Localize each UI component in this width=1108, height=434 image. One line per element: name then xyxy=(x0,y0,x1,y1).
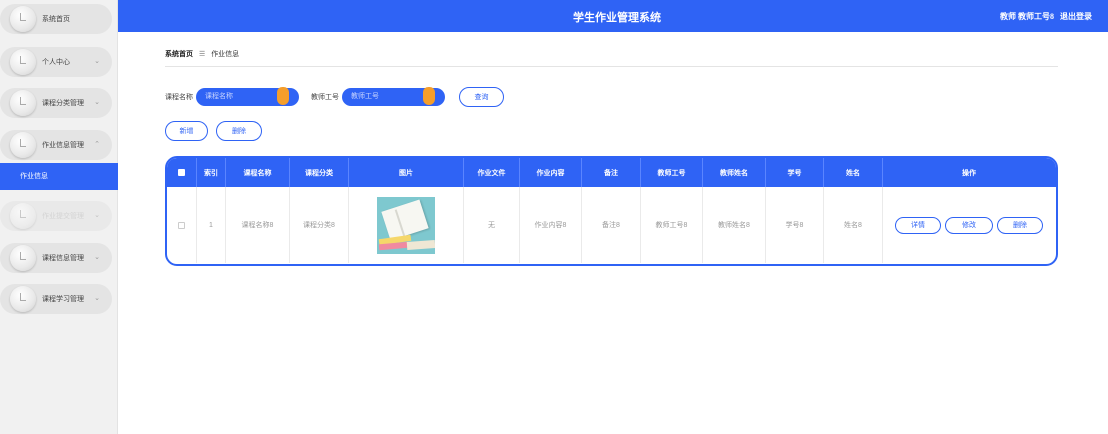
row-delete-button[interactable]: 删除 xyxy=(997,216,1043,234)
knob-icon xyxy=(277,87,289,105)
course-name-placeholder: 课程名称 xyxy=(205,93,233,100)
table-header: 索引 课程名称 课程分类 图片 作业文件 作业内容 备注 教师工号 教师姓名 学… xyxy=(167,158,1056,187)
delete-button[interactable]: 删除 xyxy=(216,121,262,141)
query-button[interactable]: 查询 xyxy=(459,87,504,107)
checkbox-icon xyxy=(178,169,185,176)
teacher-no-placeholder: 教师工号 xyxy=(351,93,379,100)
header-student-no: 学号 xyxy=(765,158,823,187)
breadcrumb-home[interactable]: 系统首页 xyxy=(165,51,193,58)
cell-teacher-name: 教师姓名8 xyxy=(702,187,765,263)
cell-course-name: 课程名称8 xyxy=(225,187,289,263)
check-circle-icon xyxy=(10,6,36,32)
cell-file: 无 xyxy=(463,187,519,263)
sidebar-item-homework-submit[interactable]: 作业提交管理 ⌄ xyxy=(0,201,112,231)
sidebar-item-label: 课程学习管理 xyxy=(42,296,84,303)
check-circle-icon xyxy=(10,49,36,75)
top-header: 学生作业管理系统 教师 教师工号8 退出登录 xyxy=(118,0,1108,32)
cell-index: 1 xyxy=(196,187,225,263)
cell-content: 作业内容8 xyxy=(519,187,581,263)
header-teacher-name: 教师姓名 xyxy=(702,158,765,187)
header-index: 索引 xyxy=(196,158,225,187)
sidebar-item-label: 个人中心 xyxy=(42,59,70,66)
chevron-down-icon: ⌄ xyxy=(94,99,100,106)
checkbox-icon xyxy=(178,221,185,229)
cell-image xyxy=(348,187,463,263)
knob-icon xyxy=(423,87,435,105)
homework-image xyxy=(377,196,435,254)
header-course-category: 课程分类 xyxy=(289,158,348,187)
detail-button[interactable]: 详情 xyxy=(895,216,941,234)
course-name-label: 课程名称 xyxy=(165,94,193,101)
teacher-no-label: 教师工号 xyxy=(311,94,339,101)
check-circle-icon xyxy=(10,286,36,312)
chevron-down-icon: ⌄ xyxy=(94,58,100,65)
homework-table: 索引 课程名称 课程分类 图片 作业文件 作业内容 备注 教师工号 教师姓名 学… xyxy=(165,156,1058,266)
header-teacher-no: 教师工号 xyxy=(640,158,702,187)
sidebar-subitem-homework-info[interactable]: 作业信息 xyxy=(0,163,118,190)
check-circle-icon xyxy=(10,132,36,158)
header-course-name: 课程名称 xyxy=(225,158,289,187)
sidebar-item-homework-info[interactable]: 作业信息管理 ⌃ xyxy=(0,130,112,160)
user-info: 教师 教师工号8 xyxy=(1000,12,1054,21)
sidebar: 系统首页 个人中心 ⌄ 课程分类管理 ⌄ 作业信息管理 ⌃ 作业信息 作业提交管… xyxy=(0,0,118,434)
sidebar-item-label: 作业提交管理 xyxy=(42,213,84,220)
sidebar-item-label: 课程分类管理 xyxy=(42,100,84,107)
sidebar-item-course-category[interactable]: 课程分类管理 ⌄ xyxy=(0,88,112,118)
select-all-checkbox[interactable] xyxy=(167,158,196,187)
row-checkbox[interactable] xyxy=(167,187,196,263)
sidebar-item-label: 作业信息管理 xyxy=(42,142,84,149)
logout-link[interactable]: 退出登录 xyxy=(1060,12,1092,21)
teacher-no-input[interactable]: 教师工号 xyxy=(342,87,445,106)
chevron-down-icon: ⌄ xyxy=(94,254,100,261)
sidebar-item-personal-center[interactable]: 个人中心 ⌄ xyxy=(0,47,112,77)
cell-student-no: 学号8 xyxy=(765,187,823,263)
check-circle-icon xyxy=(10,203,36,229)
header-file: 作业文件 xyxy=(463,158,519,187)
check-circle-icon xyxy=(10,90,36,116)
header-remark: 备注 xyxy=(581,158,640,187)
chevron-down-icon: ⌄ xyxy=(94,212,100,219)
sidebar-item-home[interactable]: 系统首页 xyxy=(0,4,112,34)
table-row: 1 课程名称8 课程分类8 无 作业内容8 备注8 教师工号8 教师姓名8 学号… xyxy=(167,187,1056,263)
header-operations: 操作 xyxy=(882,158,1055,187)
course-name-input[interactable]: 课程名称 xyxy=(196,87,299,106)
cell-teacher-no: 教师工号8 xyxy=(640,187,702,263)
cell-course-category: 课程分类8 xyxy=(289,187,348,263)
cell-name: 姓名8 xyxy=(823,187,882,263)
edit-button[interactable]: 修改 xyxy=(945,216,993,234)
chevron-up-icon: ⌃ xyxy=(94,141,100,148)
breadcrumb-current: 作业信息 xyxy=(211,51,240,58)
sidebar-item-course-info[interactable]: 课程信息管理 ⌄ xyxy=(0,243,112,273)
menu-icon: ☰ xyxy=(198,51,206,58)
header-name: 姓名 xyxy=(823,158,882,187)
header-image: 图片 xyxy=(348,158,463,187)
cell-remark: 备注8 xyxy=(581,187,640,263)
sidebar-item-label: 课程信息管理 xyxy=(42,255,84,262)
sidebar-item-course-study[interactable]: 课程学习管理 ⌄ xyxy=(0,284,112,314)
sidebar-item-label: 系统首页 xyxy=(42,16,70,23)
header-content: 作业内容 xyxy=(519,158,581,187)
breadcrumb: 系统首页 ☰ 作业信息 xyxy=(165,49,1058,67)
app-title: 学生作业管理系统 xyxy=(573,12,661,24)
search-bar: 课程名称 课程名称 教师工号 教师工号 查询 xyxy=(165,87,504,107)
add-button[interactable]: 新增 xyxy=(165,121,208,141)
check-circle-icon xyxy=(10,245,36,271)
user-area: 教师 教师工号8 退出登录 xyxy=(996,11,1092,22)
chevron-down-icon: ⌄ xyxy=(94,295,100,302)
cell-operations: 详情 修改 删除 xyxy=(882,187,1055,263)
